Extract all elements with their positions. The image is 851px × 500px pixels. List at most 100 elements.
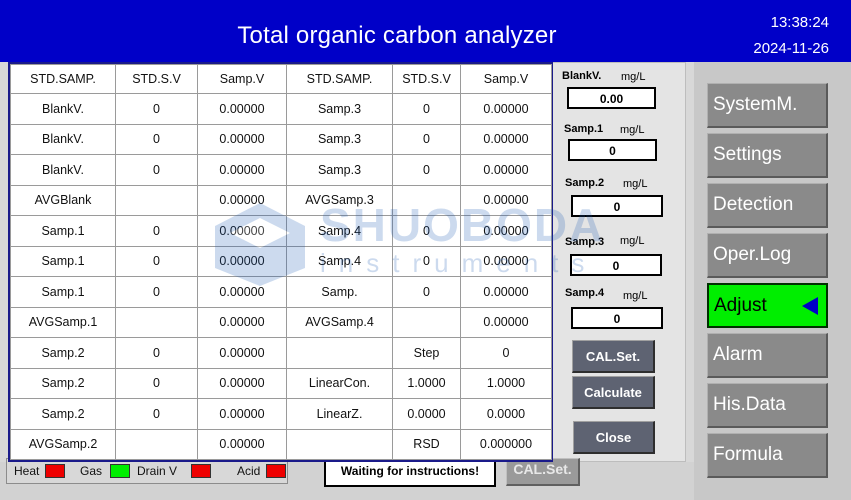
gas-label: Gas [80,464,103,478]
nav-label: Settings [713,144,782,165]
table-cell [115,428,198,460]
table-cell: 0.00000 [460,93,552,125]
table-cell: 0.00000 [197,306,287,338]
nav-formula-button[interactable]: Formula [707,433,828,478]
samp1-input[interactable]: 0 [568,139,657,161]
table-cell: Samp.2 [10,398,116,430]
table-cell: 0.00000 [460,276,552,308]
table-cell: Samp.1 [10,245,116,277]
table-cell: Samp.1 [10,215,116,247]
header-bar: Total organic carbon analyzer 13:38:24 2… [0,0,851,62]
active-arrow-icon [802,297,818,315]
nav-systemm-button[interactable]: SystemM. [707,83,828,128]
table-cell: Samp. [286,276,393,308]
table-header-row: STD.SAMP. STD.S.V Samp.V STD.SAMP. STD.S.V Sa… [10,64,552,94]
table-cell: 0.00000 [197,245,287,277]
calibration-panel: BlankV. mg/L 0.00 Samp.1 mg/L 0 Samp.2 m… [546,62,686,462]
samp3-unit: mg/L [620,235,645,247]
table-cell: 0 [115,337,198,369]
nav-hisdata-button[interactable]: His.Data [707,383,828,428]
table-cell [115,306,198,338]
table-cell: BlankV. [10,154,116,186]
nav-operlog-button[interactable]: Oper.Log [707,233,828,278]
table-row: Samp.1 0 0.00000 Samp.4 0 0.00000 [10,215,552,247]
table-cell [392,306,461,338]
table-cell: 0.00000 [197,367,287,399]
drain-valve-label: Drain V [137,464,178,478]
column-header: Samp.V [197,64,287,94]
heat-indicator [45,464,65,478]
acid-label: Acid [237,464,261,478]
table-cell [115,184,198,216]
table-cell: RSD [392,428,461,460]
table-cell: 0 [392,93,461,125]
clock-time: 13:38:24 [770,14,829,31]
table-cell: 0 [115,93,198,125]
cal-set-background-button[interactable]: CAL.Set. [506,458,580,486]
nav-label: SystemM. [713,94,798,115]
table-cell: 0 [392,276,461,308]
nav-alarm-button[interactable]: Alarm [707,333,828,378]
table-cell: BlankV. [10,123,116,155]
column-header: STD.S.V [392,64,461,94]
samp1-label: Samp.1 [564,123,604,135]
app-title: Total organic carbon analyzer [237,22,557,49]
table-cell: 0 [392,154,461,186]
samp3-label: Samp.3 [565,236,605,248]
table-cell: 0.000000 [460,428,552,460]
table-cell: 0 [115,154,198,186]
samp2-input[interactable]: 0 [571,195,663,217]
table-cell: 0 [115,398,198,430]
nav-label: Adjust [714,295,767,316]
table-row: BlankV. 0 0.00000 Samp.3 0 0.00000 [10,93,552,125]
table-row: AVGBlank 0.00000 AVGSamp.3 0.00000 [10,184,552,216]
nav-label: His.Data [713,394,786,415]
samp2-unit: mg/L [623,178,648,190]
table-cell: 1.0000 [392,367,461,399]
blankv-input[interactable]: 0.00 [567,87,656,109]
table-row: BlankV. 0 0.00000 Samp.3 0 0.00000 [10,123,552,155]
table-cell: LinearCon. [286,367,393,399]
calculate-button[interactable]: Calculate [572,376,655,409]
table-cell: 0.00000 [197,428,287,460]
close-button[interactable]: Close [573,421,655,454]
table-cell: 0 [115,245,198,277]
table-cell: 0.00000 [460,245,552,277]
table-row: Samp.1 0 0.00000 Samp.4 0 0.00000 [10,245,552,277]
table-cell: 0 [460,337,552,369]
table-cell: Samp.2 [10,367,116,399]
samp3-input[interactable]: 0 [570,254,662,276]
samp4-unit: mg/L [623,290,648,302]
nav-settings-button[interactable]: Settings [707,133,828,178]
table-cell: Samp.4 [286,215,393,247]
table-cell: 0 [392,123,461,155]
cal-set-button[interactable]: CAL.Set. [572,340,655,373]
table-cell [392,184,461,216]
table-cell: 0.00000 [197,337,287,369]
table-cell: 0.00000 [197,93,287,125]
table-cell: 0 [115,367,198,399]
table-row: Samp.2 0 0.00000 LinearZ. 0.0000 0.0000 [10,398,552,430]
table-cell: Samp.2 [10,337,116,369]
heat-label: Heat [14,464,40,478]
table-cell: 0 [392,215,461,247]
table-cell: AVGSamp.1 [10,306,116,338]
samp4-input[interactable]: 0 [571,307,663,329]
acid-indicator [266,464,286,478]
nav-adjust-button[interactable]: Adjust [707,283,828,328]
nav-label: Alarm [713,344,763,365]
column-header: Samp.V [460,64,552,94]
table-cell: 0 [392,245,461,277]
table-cell: AVGBlank [10,184,116,216]
table-cell: Samp.3 [286,154,393,186]
nav-detection-button[interactable]: Detection [707,183,828,228]
table-cell: 0.00000 [197,215,287,247]
nav-label: Formula [713,444,783,465]
table-cell: 0.00000 [197,123,287,155]
table-cell: 0.00000 [197,276,287,308]
table-cell: 0.00000 [460,306,552,338]
table-cell: 0.0000 [460,398,552,430]
nav-label: Oper.Log [713,244,792,265]
calibration-table: STD.SAMP. STD.S.V Samp.V STD.SAMP. STD.S.V Sa… [10,64,552,460]
samp4-label: Samp.4 [565,287,605,299]
